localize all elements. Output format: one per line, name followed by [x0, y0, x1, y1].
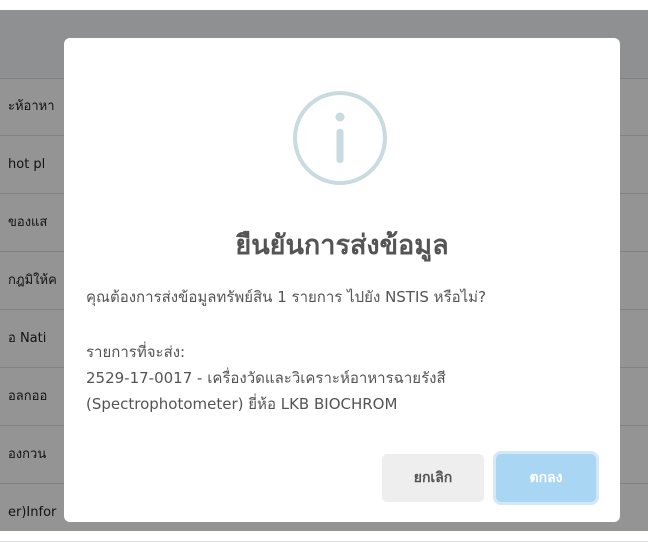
cancel-button[interactable]: ยกเลิก — [382, 454, 484, 502]
item-detail-line: (Spectrophotometer) ยี่ห้อ LKB BIOCHROM — [86, 395, 398, 413]
items-to-send-label: รายการที่จะส่ง: — [86, 343, 186, 361]
item-detail-line: 2529-17-0017 - เครื่องวัดและวิเคราะห์อาห… — [86, 369, 446, 387]
confirm-button[interactable]: ตกลง — [496, 454, 596, 502]
info-icon — [293, 91, 387, 185]
confirm-send-dialog: ยืนยันการส่งข้อมูล คุณต้องการส่งข้อมูลทร… — [64, 38, 620, 522]
top-edge — [0, 0, 648, 10]
dialog-question: คุณต้องการส่งข้อมูลทรัพย์สิน 1 รายการ ไป… — [86, 288, 487, 306]
dialog-title: ยืนยันการส่งข้อมูล — [235, 230, 449, 261]
